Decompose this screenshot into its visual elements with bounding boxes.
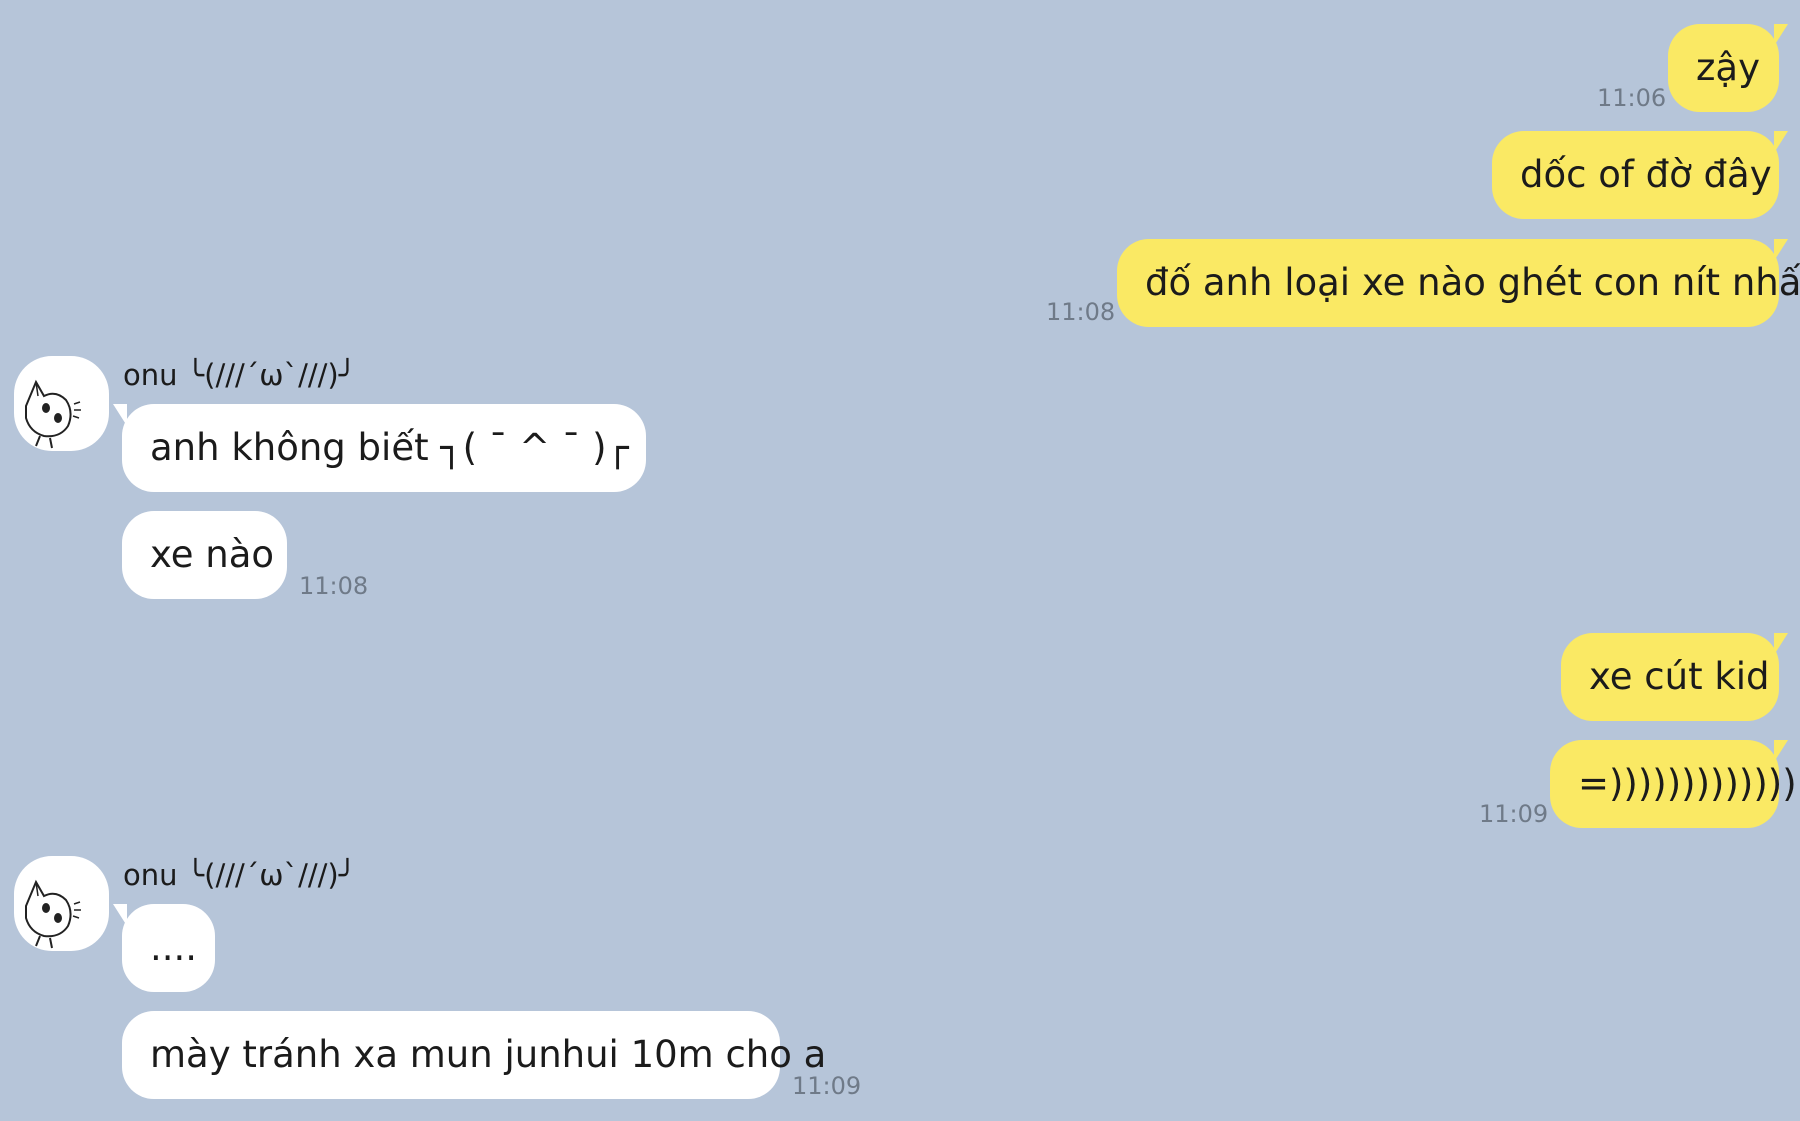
message-time: 11:06 <box>1597 84 1667 112</box>
message-bubble[interactable]: .... <box>113 904 215 992</box>
message-time: 11:09 <box>792 1072 862 1100</box>
cat-sketch-avatar-icon <box>25 379 81 449</box>
sender-name: onu ╰(///´ω`///)╯ <box>123 358 357 392</box>
message-time: 11:08 <box>1046 298 1116 326</box>
message-bubble[interactable]: zậy <box>1668 24 1788 112</box>
contact-avatar[interactable] <box>14 356 109 451</box>
message-bubble[interactable]: dốc of đờ đây <box>1492 131 1788 219</box>
message-bubble[interactable]: =))))))))))))) <box>1550 740 1797 828</box>
message-bubble[interactable]: đố anh loại xe nào ghét con nít nhất <box>1117 239 1800 327</box>
cat-sketch-avatar-icon <box>25 879 81 949</box>
message-bubble[interactable]: xe nào <box>122 511 287 599</box>
message-bubble[interactable]: xe cút kid <box>1561 633 1788 721</box>
message-time: 11:09 <box>1479 800 1549 828</box>
sender-name: onu ╰(///´ω`///)╯ <box>123 858 357 892</box>
message-time: 11:08 <box>299 572 369 600</box>
contact-avatar[interactable] <box>14 856 109 951</box>
message-bubble[interactable]: anh không biết ┐( ˉ ^ ˉ )┌ <box>113 404 646 492</box>
message-bubble[interactable]: mày tránh xa mun junhui 10m cho a <box>122 1011 826 1099</box>
